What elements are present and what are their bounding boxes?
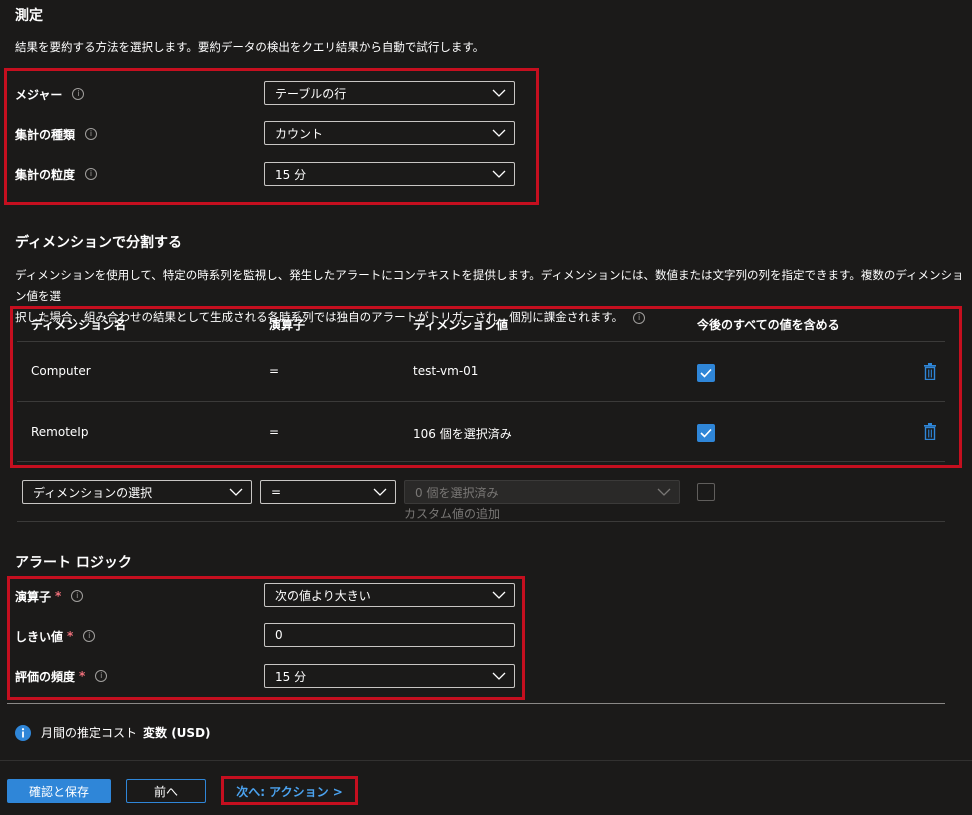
section-divider xyxy=(7,703,945,704)
estimated-cost-label: 月間の推定コスト xyxy=(41,726,138,740)
row-divider xyxy=(17,521,945,522)
row-divider xyxy=(17,341,945,342)
dimension-values-cell[interactable]: 106 個を選択済み xyxy=(413,425,512,442)
frequency-label-text: 評価の頻度 xyxy=(15,669,76,684)
aggregation-type-select[interactable]: カウント xyxy=(264,121,515,145)
dimension-name-placeholder: ディメンションの選択 xyxy=(33,485,153,500)
column-header-dimension-values: ディメンション値 xyxy=(413,318,509,332)
dimension-operator-select[interactable]: = xyxy=(260,480,396,504)
measure-label-text: メジャー xyxy=(15,87,63,102)
info-icon[interactable]: i xyxy=(85,128,98,140)
add-custom-value-link[interactable]: カスタム値の追加 xyxy=(404,505,500,522)
alert-logic-title: アラート ロジック xyxy=(15,555,132,571)
chevron-down-icon xyxy=(492,129,506,137)
chevron-down-icon xyxy=(492,170,506,178)
info-icon[interactable]: i xyxy=(71,590,84,602)
operator-select-value: 次の値より大きい xyxy=(275,588,371,603)
trash-icon[interactable] xyxy=(923,363,937,380)
threshold-label: しきい値 * i xyxy=(15,628,96,644)
include-future-checkbox[interactable] xyxy=(697,364,715,382)
dimension-operator-value: = xyxy=(271,485,282,499)
measurement-title: 測定 xyxy=(15,8,43,24)
measure-select-value: テーブルの行 xyxy=(275,86,347,101)
info-icon[interactable]: i xyxy=(83,630,96,642)
info-filled-icon xyxy=(15,724,31,741)
footer-divider xyxy=(0,760,972,761)
dimension-name-cell: Computer xyxy=(31,364,91,378)
frequency-label: 評価の頻度 * i xyxy=(15,668,108,684)
aggregation-granularity-value: 15 分 xyxy=(275,167,307,182)
threshold-input[interactable]: 0 xyxy=(264,623,515,647)
info-icon[interactable]: i xyxy=(95,670,108,682)
required-mark: * xyxy=(55,589,62,603)
dimension-operator-cell: = xyxy=(269,364,280,378)
info-icon[interactable]: i xyxy=(85,168,98,180)
estimated-cost-value: 変数 (USD) xyxy=(143,726,211,740)
operator-select[interactable]: 次の値より大きい xyxy=(264,583,515,607)
required-mark: * xyxy=(79,669,86,683)
checkmark-icon xyxy=(700,368,712,378)
dimension-operator-cell: = xyxy=(269,425,280,439)
frequency-select-value: 15 分 xyxy=(275,669,307,684)
measure-select[interactable]: テーブルの行 xyxy=(264,81,515,105)
row-divider xyxy=(17,401,945,402)
split-description-line1: ディメンションを使用して、特定の時系列を監視し、発生したアラートにコンテキストを… xyxy=(15,268,964,303)
dimension-name-cell: RemoteIp xyxy=(31,425,89,439)
measurement-description: 結果を要約する方法を選択します。要約データの検出をクエリ結果から自動で試行します… xyxy=(15,40,485,54)
chevron-down-icon xyxy=(373,488,387,496)
aggregation-type-label: 集計の種類 i xyxy=(15,126,98,142)
split-title: ディメンションで分割する xyxy=(15,235,183,251)
threshold-label-text: しきい値 xyxy=(15,629,64,644)
frequency-select[interactable]: 15 分 xyxy=(264,664,515,688)
include-future-checkbox[interactable] xyxy=(697,483,715,501)
chevron-down-icon xyxy=(229,488,243,496)
column-header-operator: 演算子 xyxy=(269,318,306,332)
aggregation-granularity-label: 集計の粒度 i xyxy=(15,166,98,182)
chevron-down-icon xyxy=(657,488,671,496)
trash-icon[interactable] xyxy=(923,423,937,440)
estimated-cost: 月間の推定コスト 変数 (USD) xyxy=(15,724,211,741)
chevron-down-icon xyxy=(492,89,506,97)
aggregation-type-label-text: 集計の種類 xyxy=(15,127,76,142)
column-header-include-future: 今後のすべての値を含める xyxy=(697,318,840,332)
dimension-values-placeholder: 0 個を選択済み xyxy=(415,485,499,500)
dimension-name-select[interactable]: ディメンションの選択 xyxy=(22,480,252,504)
row-divider xyxy=(17,461,945,462)
operator-label: 演算子 * i xyxy=(15,588,84,604)
operator-label-text: 演算子 xyxy=(15,589,52,604)
dimension-values-select[interactable]: 0 個を選択済み xyxy=(404,480,680,504)
chevron-down-icon xyxy=(492,591,506,599)
aggregation-granularity-select[interactable]: 15 分 xyxy=(264,162,515,186)
include-future-checkbox[interactable] xyxy=(697,424,715,442)
aggregation-type-value: カウント xyxy=(275,126,324,141)
aggregation-granularity-label-text: 集計の粒度 xyxy=(15,167,76,182)
column-header-dimension-name: ディメンション名 xyxy=(31,318,127,332)
review-and-save-button[interactable]: 確認と保存 xyxy=(7,779,111,803)
measure-label: メジャー i xyxy=(15,86,85,102)
checkmark-icon xyxy=(700,428,712,438)
chevron-down-icon xyxy=(492,672,506,680)
info-icon[interactable]: i xyxy=(72,88,85,100)
required-mark: * xyxy=(67,629,74,643)
previous-button[interactable]: 前へ xyxy=(126,779,206,803)
dimension-values-cell[interactable]: test-vm-01 xyxy=(413,364,478,378)
next-actions-button[interactable]: 次へ: アクション > xyxy=(226,779,353,803)
